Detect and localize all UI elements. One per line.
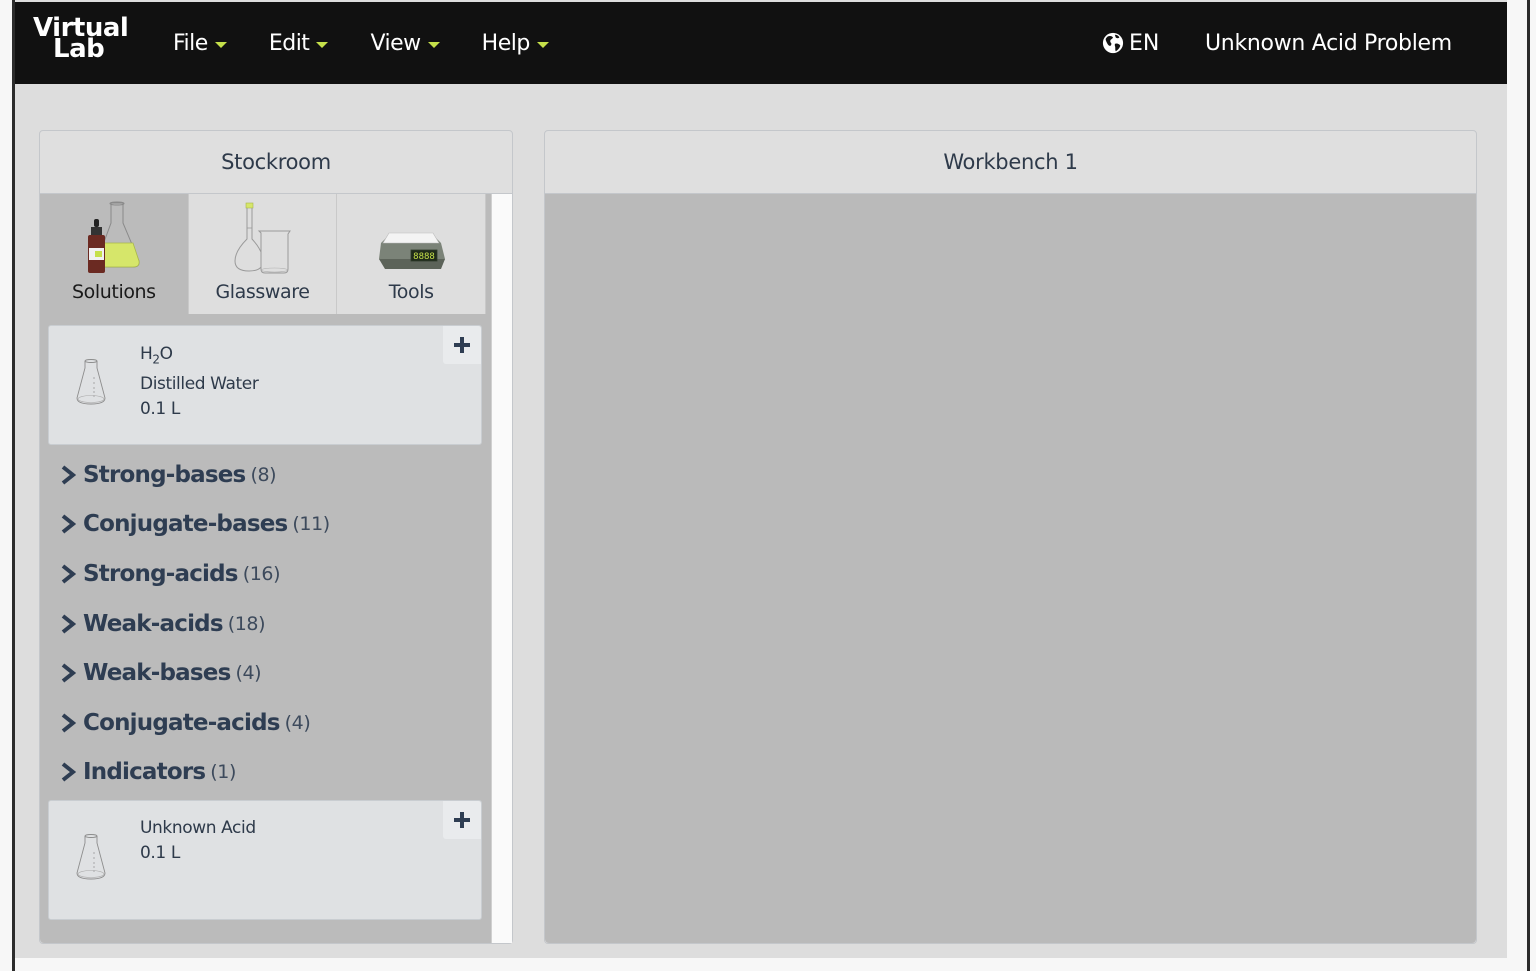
category-count: (18) (227, 612, 266, 635)
menu-edit[interactable]: Edit (269, 31, 329, 56)
solution-category-tree: Strong-bases (8) Conjugate-bases (11) St… (60, 450, 330, 797)
solution-formula: H2O (140, 342, 258, 372)
tab-solutions-label: Solutions (71, 281, 156, 303)
solution-name: Distilled Water (140, 374, 259, 395)
tab-glassware-label: Glassware (215, 281, 310, 303)
solution-name: Unknown Acid (140, 818, 256, 838)
tab-tools-label: Tools (388, 281, 434, 303)
category-count: (16) (242, 562, 281, 585)
glassware-icon (233, 202, 291, 274)
add-unknown-acid-button[interactable] (443, 801, 481, 839)
solution-card-unknown-acid[interactable]: Unknown Acid 0.1 L (48, 800, 482, 920)
chevron-right-icon (61, 663, 76, 683)
erlenmeyer-flask-icon (76, 359, 106, 405)
solution-volume: 0.1 L (140, 843, 180, 863)
category-name: Strong-acids (83, 560, 238, 587)
stockroom-body: Solutions Glassware 8888 Tools H2O Disti… (40, 194, 491, 943)
category-count: (11) (292, 513, 330, 536)
menu-view-label: View (370, 30, 421, 56)
window-frame-right (1527, 0, 1530, 971)
scale-icon: 8888 (379, 232, 446, 269)
globe-icon (1102, 32, 1124, 54)
menu-file[interactable]: File (173, 31, 227, 56)
category-name: Weak-bases (83, 660, 231, 687)
caret-down-icon (316, 41, 329, 48)
workbench-area[interactable] (545, 194, 1476, 943)
menu-view[interactable]: View (370, 30, 440, 56)
stockroom-tabs: Solutions Glassware 8888 Tools (40, 194, 487, 314)
virtual-lab-app: Virtual Lab File Edit View Help EN Unkno… (15, 0, 1507, 958)
workbench-title: Workbench 1 (545, 131, 1476, 194)
category-conjugate-acids[interactable]: Conjugate-acids (4) (60, 698, 330, 748)
plus-icon (454, 337, 470, 353)
stockroom-scrollbar[interactable] (491, 194, 512, 943)
formula-subscript: 2 (152, 352, 160, 367)
caret-down-icon (536, 41, 549, 48)
chevron-right-icon (61, 465, 76, 485)
caret-down-icon (427, 41, 440, 48)
category-strong-acids[interactable]: Strong-acids (16) (60, 549, 330, 599)
chevron-right-icon (61, 614, 76, 634)
category-count: (4) (235, 662, 262, 685)
workbench-panel: Workbench 1 (544, 130, 1477, 944)
menu-edit-label: Edit (268, 30, 310, 56)
stockroom-title: Stockroom (40, 131, 512, 194)
category-count: (8) (250, 463, 277, 486)
menu-help-label: Help (481, 30, 531, 56)
top-navbar: Virtual Lab File Edit View Help EN Unkno… (15, 2, 1507, 84)
category-weak-bases[interactable]: Weak-bases (4) (60, 648, 330, 698)
formula-part: H (140, 344, 153, 364)
category-count: (4) (284, 711, 311, 734)
solution-card-distilled-water[interactable]: H2O Distilled Water 0.1 L (48, 325, 482, 445)
tab-glassware[interactable]: Glassware (188, 194, 338, 314)
category-name: Weak-acids (83, 610, 224, 637)
svg-text:8888: 8888 (413, 252, 435, 262)
add-distilled-water-button[interactable] (443, 326, 481, 364)
stockroom-panel: Stockroom Solutions Glassware 8888 Tools… (39, 130, 513, 944)
category-strong-bases[interactable]: Strong-bases (8) (60, 450, 330, 500)
category-count: (1) (210, 761, 236, 784)
category-name: Indicators (83, 759, 206, 786)
caret-down-icon (214, 41, 227, 48)
menu-file-label: File (173, 30, 208, 56)
solutions-icon (87, 201, 140, 273)
problem-title: Unknown Acid Problem (1205, 30, 1452, 56)
tab-solutions[interactable]: Solutions (40, 194, 189, 314)
solution-info: Unknown Acid 0.1 L (140, 816, 256, 866)
main-menu: File Edit View Help (173, 2, 591, 84)
category-name: Conjugate-bases (83, 511, 288, 538)
category-name: Conjugate-acids (83, 709, 280, 736)
chevron-right-icon (61, 564, 76, 584)
language-selector[interactable]: EN (1102, 2, 1159, 84)
category-name: Strong-bases (83, 461, 246, 488)
plus-icon (454, 812, 470, 828)
solution-info: H2O Distilled Water 0.1 L (140, 342, 259, 422)
solution-volume: 0.1 L (140, 399, 180, 420)
virtual-lab-logo[interactable]: Virtual Lab (33, 15, 129, 62)
chevron-right-icon (61, 514, 76, 534)
menu-help[interactable]: Help (482, 31, 549, 56)
erlenmeyer-flask-icon (76, 834, 106, 880)
category-indicators[interactable]: Indicators (1) (60, 748, 330, 798)
category-weak-acids[interactable]: Weak-acids (18) (60, 599, 330, 649)
chevron-right-icon (61, 762, 76, 782)
language-label: EN (1129, 30, 1160, 56)
tab-tools[interactable]: 8888 Tools (337, 194, 487, 314)
category-conjugate-bases[interactable]: Conjugate-bases (11) (60, 500, 330, 550)
chevron-right-icon (61, 713, 76, 733)
formula-part: O (159, 344, 173, 364)
